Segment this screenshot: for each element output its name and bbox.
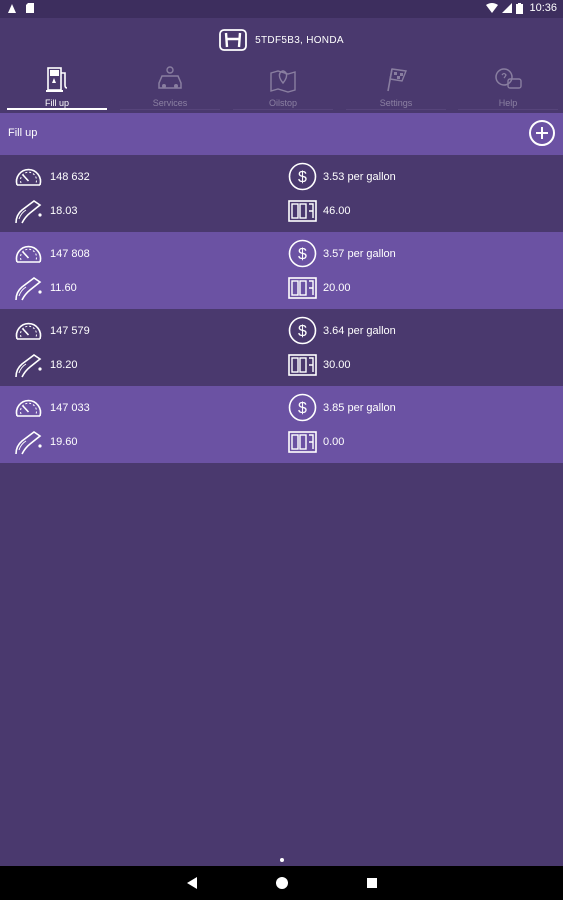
price-cell: $ 3.85 per gallon xyxy=(288,393,396,422)
system-nav-bar xyxy=(0,866,563,900)
fill-up-entry[interactable]: 147 808 $ 3.57 per gallon 11.60 20.00 xyxy=(0,232,563,309)
total-value: 46.00 xyxy=(323,205,351,217)
honda-logo-icon xyxy=(219,29,248,51)
total-cell: 30.00 xyxy=(288,354,351,376)
notification-icon xyxy=(8,3,16,13)
volume-cell: 11.60 xyxy=(13,274,77,302)
volume-cell: 18.20 xyxy=(13,351,78,379)
odometer-cell: 147 033 xyxy=(13,394,90,422)
tab-indicator xyxy=(233,109,333,110)
fuel-pump-icon xyxy=(46,67,68,92)
price-cell: $ 3.64 per gallon xyxy=(288,316,396,345)
odometer-cell: 148 632 xyxy=(13,163,90,191)
price-value: 3.57 per gallon xyxy=(323,247,396,260)
tab-label: Services xyxy=(152,98,188,108)
recents-icon[interactable] xyxy=(366,876,378,890)
odometer-cell: 147 808 xyxy=(13,240,90,268)
svg-text:$: $ xyxy=(298,323,307,340)
fill-up-entry[interactable]: 147 579 $ 3.64 per gallon 18.20 30.00 xyxy=(0,309,563,386)
tab-indicator xyxy=(7,108,107,110)
sd-card-icon xyxy=(26,3,34,13)
add-fill-up-button[interactable] xyxy=(529,120,555,146)
svg-text:$: $ xyxy=(298,246,307,263)
dollar-icon: $ xyxy=(288,316,317,345)
tab-label: Oilstop xyxy=(268,98,297,108)
odometer-value: 147 033 xyxy=(50,402,90,414)
volume-cell: 18.03 xyxy=(13,197,78,225)
vehicle-title: 5TDF5B3, HONDA xyxy=(255,34,344,46)
volume-value: 11.60 xyxy=(50,282,77,294)
volume-cell: 19.60 xyxy=(13,428,78,456)
fill-up-list: 148 632 $ 3.53 per gallon 18.03 46.00 14… xyxy=(0,155,563,463)
odometer-value: 147 808 xyxy=(50,248,90,260)
price-cell: $ 3.53 per gallon xyxy=(288,162,396,191)
speedometer-icon xyxy=(15,245,42,263)
tab-indicator xyxy=(120,109,220,110)
map-pin-icon xyxy=(270,70,296,93)
car-service-icon xyxy=(158,66,182,89)
vehicle-header: 5TDF5B3, HONDA xyxy=(0,18,563,62)
section-title: Fill up xyxy=(8,127,38,139)
odometer-value: 148 632 xyxy=(50,171,90,183)
volume-value: 18.03 xyxy=(50,205,78,217)
counter-icon xyxy=(288,431,317,453)
signal-icon xyxy=(502,3,513,13)
tab-label: Help xyxy=(498,98,518,108)
checkered-flag-icon xyxy=(387,68,407,92)
status-time: 10:36 xyxy=(529,2,557,14)
tab-services[interactable]: Services xyxy=(120,62,220,110)
home-icon[interactable] xyxy=(275,876,289,890)
total-cell: 46.00 xyxy=(288,200,351,222)
counter-icon xyxy=(288,354,317,376)
volume-value: 18.20 xyxy=(50,359,78,371)
volume-value: 19.60 xyxy=(50,436,78,448)
svg-text:$: $ xyxy=(298,400,307,417)
tab-indicator xyxy=(458,109,558,110)
total-value: 0.00 xyxy=(323,436,345,448)
fuel-nozzle-icon xyxy=(15,431,42,455)
speedometer-icon xyxy=(15,168,42,186)
tab-help[interactable]: Help xyxy=(458,62,558,110)
dollar-icon: $ xyxy=(288,393,317,422)
fuel-nozzle-icon xyxy=(15,200,42,224)
battery-icon xyxy=(516,2,524,14)
counter-icon xyxy=(288,277,317,299)
fill-up-entry[interactable]: 148 632 $ 3.53 per gallon 18.03 46.00 xyxy=(0,155,563,232)
tab-fill-up[interactable]: Fill up xyxy=(7,62,107,110)
odometer-value: 147 579 xyxy=(50,325,90,337)
tab-label: Settings xyxy=(379,98,413,108)
fuel-nozzle-icon xyxy=(15,354,42,378)
price-value: 3.85 per gallon xyxy=(323,401,396,414)
tab-bar: Fill up Services Oilstop Settings Help xyxy=(0,62,563,112)
section-bar: Fill up xyxy=(0,113,563,155)
tab-oilstop[interactable]: Oilstop xyxy=(233,62,333,110)
wifi-icon xyxy=(486,3,499,13)
price-cell: $ 3.57 per gallon xyxy=(288,239,396,268)
total-value: 30.00 xyxy=(323,359,351,371)
total-value: 20.00 xyxy=(323,282,351,294)
price-value: 3.64 per gallon xyxy=(323,324,396,337)
back-icon[interactable] xyxy=(186,876,198,890)
status-bar: 10:36 xyxy=(0,0,563,18)
speedometer-icon xyxy=(15,322,42,340)
help-chat-icon xyxy=(495,68,522,89)
page-indicator-dot xyxy=(280,858,284,862)
price-value: 3.53 per gallon xyxy=(323,170,396,183)
fuel-nozzle-icon xyxy=(15,277,42,301)
tab-label: Fill up xyxy=(44,98,69,108)
fill-up-entry[interactable]: 147 033 $ 3.85 per gallon 19.60 0.00 xyxy=(0,386,563,463)
dollar-icon: $ xyxy=(288,162,317,191)
tab-indicator xyxy=(346,109,446,110)
odometer-cell: 147 579 xyxy=(13,317,90,345)
tab-settings[interactable]: Settings xyxy=(346,62,446,110)
counter-icon xyxy=(288,200,317,222)
speedometer-icon xyxy=(15,399,42,417)
total-cell: 20.00 xyxy=(288,277,351,299)
dollar-icon: $ xyxy=(288,239,317,268)
svg-text:$: $ xyxy=(298,169,307,186)
total-cell: 0.00 xyxy=(288,431,344,453)
